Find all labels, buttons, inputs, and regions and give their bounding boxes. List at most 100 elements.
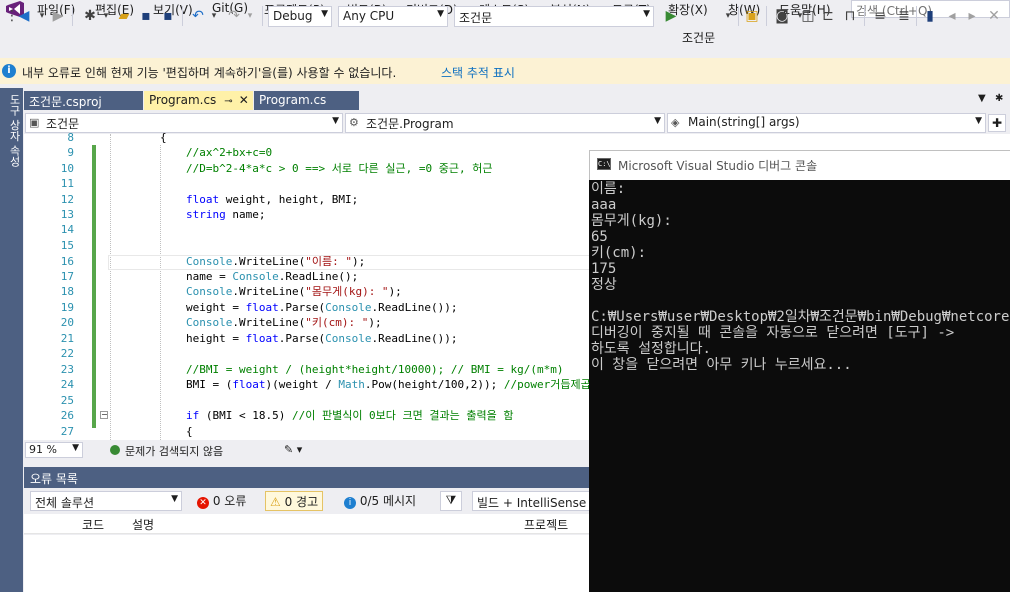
camera-icon[interactable]: ◙ bbox=[774, 8, 790, 24]
console-line: 정상 bbox=[591, 277, 617, 293]
split-editor-icon[interactable]: ✚ bbox=[988, 114, 1006, 132]
error-list-title: 오류 목록 bbox=[30, 472, 78, 486]
error-scope-dropdown[interactable]: 전체 솔루션 ▼ bbox=[30, 491, 182, 511]
redo-icon[interactable]: ↷ bbox=[226, 8, 242, 24]
messages-filter-button[interactable]: i 0/5 메시지 bbox=[340, 491, 420, 511]
bookmark-icon[interactable]: ▮ bbox=[922, 8, 938, 24]
next-bookmark-icon[interactable]: ▸ bbox=[964, 8, 980, 24]
show-stack-trace-link[interactable]: 스택 추적 표시 bbox=[441, 64, 515, 81]
console-line: aaa bbox=[591, 197, 617, 213]
line-number: 16 bbox=[60, 255, 74, 268]
chevron-down-icon: ▼ bbox=[332, 116, 339, 126]
code-line-21: height = float.Parse(Console.ReadLine())… bbox=[186, 332, 458, 345]
close-icon[interactable]: ✕ bbox=[239, 93, 249, 107]
chevron-down-icon: ▼ bbox=[654, 116, 661, 126]
console-output[interactable] bbox=[589, 180, 1010, 592]
start-debugging-icon[interactable]: ▶ bbox=[663, 8, 679, 24]
collapse-toggle-icon[interactable]: − bbox=[100, 411, 108, 419]
open-folder-icon[interactable]: ▰ bbox=[116, 8, 132, 24]
editor-status-bar bbox=[24, 441, 590, 459]
save-all-icon[interactable]: ▪ bbox=[160, 8, 176, 24]
line-number: 20 bbox=[60, 316, 74, 329]
chevron-down-icon: ▼ bbox=[437, 9, 444, 19]
filter-icon[interactable]: ⧩ bbox=[440, 491, 462, 511]
tab-label: Program.cs bbox=[149, 93, 217, 107]
line-number: 9 bbox=[67, 146, 74, 159]
attach-icon[interactable]: ▣ bbox=[744, 8, 760, 24]
check-circle-icon bbox=[110, 445, 120, 455]
forward-arrow-icon[interactable]: ▶ bbox=[50, 8, 66, 24]
console-line: 65 bbox=[591, 229, 608, 245]
messages-count: 0/5 메시지 bbox=[359, 494, 417, 508]
line-number: 12 bbox=[60, 193, 74, 206]
toggle-view-icon[interactable]: ⊓ bbox=[842, 8, 858, 24]
line-number: 19 bbox=[60, 301, 74, 314]
issues-status[interactable]: 문제가 검색되지 않음 bbox=[125, 443, 223, 459]
column-project[interactable]: 프로젝트 bbox=[524, 516, 568, 533]
platform-value: Any CPU bbox=[343, 9, 395, 23]
start-dropdown-icon[interactable]: ▾ bbox=[720, 8, 736, 24]
settings-gear-icon[interactable]: ✱ bbox=[995, 93, 1003, 104]
csharp-project-icon: ▣ bbox=[29, 116, 40, 129]
toolbox-properties-tab[interactable]: 도구 상자 속성 bbox=[2, 94, 22, 167]
line-number: 14 bbox=[60, 223, 74, 236]
clear-bookmarks-icon[interactable]: ✕ bbox=[986, 8, 1002, 24]
toggle-outline-icon[interactable]: ⊏ bbox=[820, 8, 836, 24]
warnings-filter-button[interactable]: ⚠ 0 경고 bbox=[265, 491, 324, 511]
console-line: 175 bbox=[591, 261, 617, 277]
back-arrow-icon[interactable]: ◀ bbox=[16, 8, 32, 24]
tab-list-dropdown-icon[interactable]: ▼ bbox=[978, 93, 986, 104]
type-navigation-dropdown[interactable]: ⚙ 조건문.Program ▼ bbox=[345, 113, 665, 133]
pin-icon[interactable]: ⊸ bbox=[224, 96, 232, 107]
brush-icon[interactable]: ✎ ▾ bbox=[284, 443, 302, 456]
undo-dropdown-icon[interactable]: ▾ bbox=[206, 8, 222, 24]
zoom-value: 91 % bbox=[29, 443, 57, 456]
new-project-icon[interactable]: ✱ bbox=[82, 8, 98, 24]
line-number: 24 bbox=[60, 378, 74, 391]
info-icon: i bbox=[2, 64, 16, 78]
tab-csproj[interactable]: 조건문.csproj bbox=[24, 91, 143, 110]
redo-dropdown-icon[interactable]: ▾ bbox=[242, 8, 258, 24]
line-number: 18 bbox=[60, 285, 74, 298]
member-name: Main(string[] args) bbox=[688, 115, 800, 129]
tab-program-cs-preview[interactable]: Program.cs bbox=[254, 91, 359, 110]
line-number: 13 bbox=[60, 208, 74, 221]
errors-count: 0 오류 bbox=[212, 494, 247, 508]
errors-filter-button[interactable]: ✕ 0 오류 bbox=[193, 491, 250, 511]
console-window-icon: C:\ bbox=[597, 158, 611, 170]
back-dropdown-icon[interactable]: ▾ bbox=[34, 8, 50, 24]
type-name: 조건문.Program bbox=[366, 117, 454, 131]
uncomment-icon[interactable]: ≣ bbox=[896, 8, 912, 24]
save-icon[interactable]: ▪ bbox=[138, 8, 154, 24]
code-line-27: { bbox=[186, 425, 193, 438]
console-title: Microsoft Visual Studio 디버그 콘솔 bbox=[618, 159, 818, 173]
solution-configuration-dropdown[interactable]: Debug ▼ bbox=[268, 6, 332, 27]
code-line-10: //D=b^2-4*a*c > 0 ==> 서로 다른 실근, =0 중근, 허… bbox=[186, 162, 493, 175]
undo-icon[interactable]: ↶ bbox=[190, 8, 206, 24]
build-intellisense-dropdown[interactable]: 빌드 + IntelliSense bbox=[472, 491, 590, 511]
console-line: 디버깅이 중지될 때 콘솔을 자동으로 닫으려면 [도구] -> bbox=[591, 325, 955, 341]
startup-project-dropdown[interactable]: 조건문 ▼ bbox=[454, 6, 654, 27]
line-number: 26 bbox=[60, 409, 74, 422]
member-navigation-dropdown[interactable]: ◈ Main(string[] args) ▼ bbox=[667, 113, 986, 133]
scope-value: 전체 솔루션 bbox=[35, 496, 95, 510]
start-debugging-label[interactable]: 조건문 bbox=[682, 29, 715, 46]
code-line-26: if (BMI < 18.5) //이 판별식이 0보다 크면 결과는 출력을 … bbox=[186, 409, 514, 422]
comment-icon[interactable]: ≡ bbox=[872, 8, 888, 24]
code-line-23: //BMI = weight / (height*height/10000); … bbox=[186, 363, 564, 376]
build-filter-value: 빌드 + IntelliSense bbox=[477, 496, 587, 510]
solution-platform-dropdown[interactable]: Any CPU ▼ bbox=[338, 6, 448, 27]
previous-bookmark-icon[interactable]: ◂ bbox=[944, 8, 960, 24]
line-number: 21 bbox=[60, 332, 74, 345]
column-description[interactable]: 설명 bbox=[132, 516, 154, 533]
column-code[interactable]: 코드 bbox=[82, 516, 104, 533]
zoom-dropdown[interactable]: 91 % ▼ bbox=[25, 442, 83, 458]
console-line: C:₩Users₩user₩Desktop₩2일차₩조건문₩bin₩Debug₩… bbox=[591, 309, 1010, 325]
error-list-column-headers bbox=[24, 514, 590, 534]
code-line-13: string name; bbox=[186, 208, 266, 221]
new-item-dropdown-icon[interactable]: ▾ bbox=[98, 8, 114, 24]
hot-reload-icon[interactable]: ◫ bbox=[800, 8, 816, 24]
startup-project-value: 조건문 bbox=[459, 11, 493, 25]
tab-program-cs-active[interactable]: Program.cs ⊸ ✕ bbox=[144, 91, 253, 110]
line-number: 10 bbox=[60, 162, 74, 175]
